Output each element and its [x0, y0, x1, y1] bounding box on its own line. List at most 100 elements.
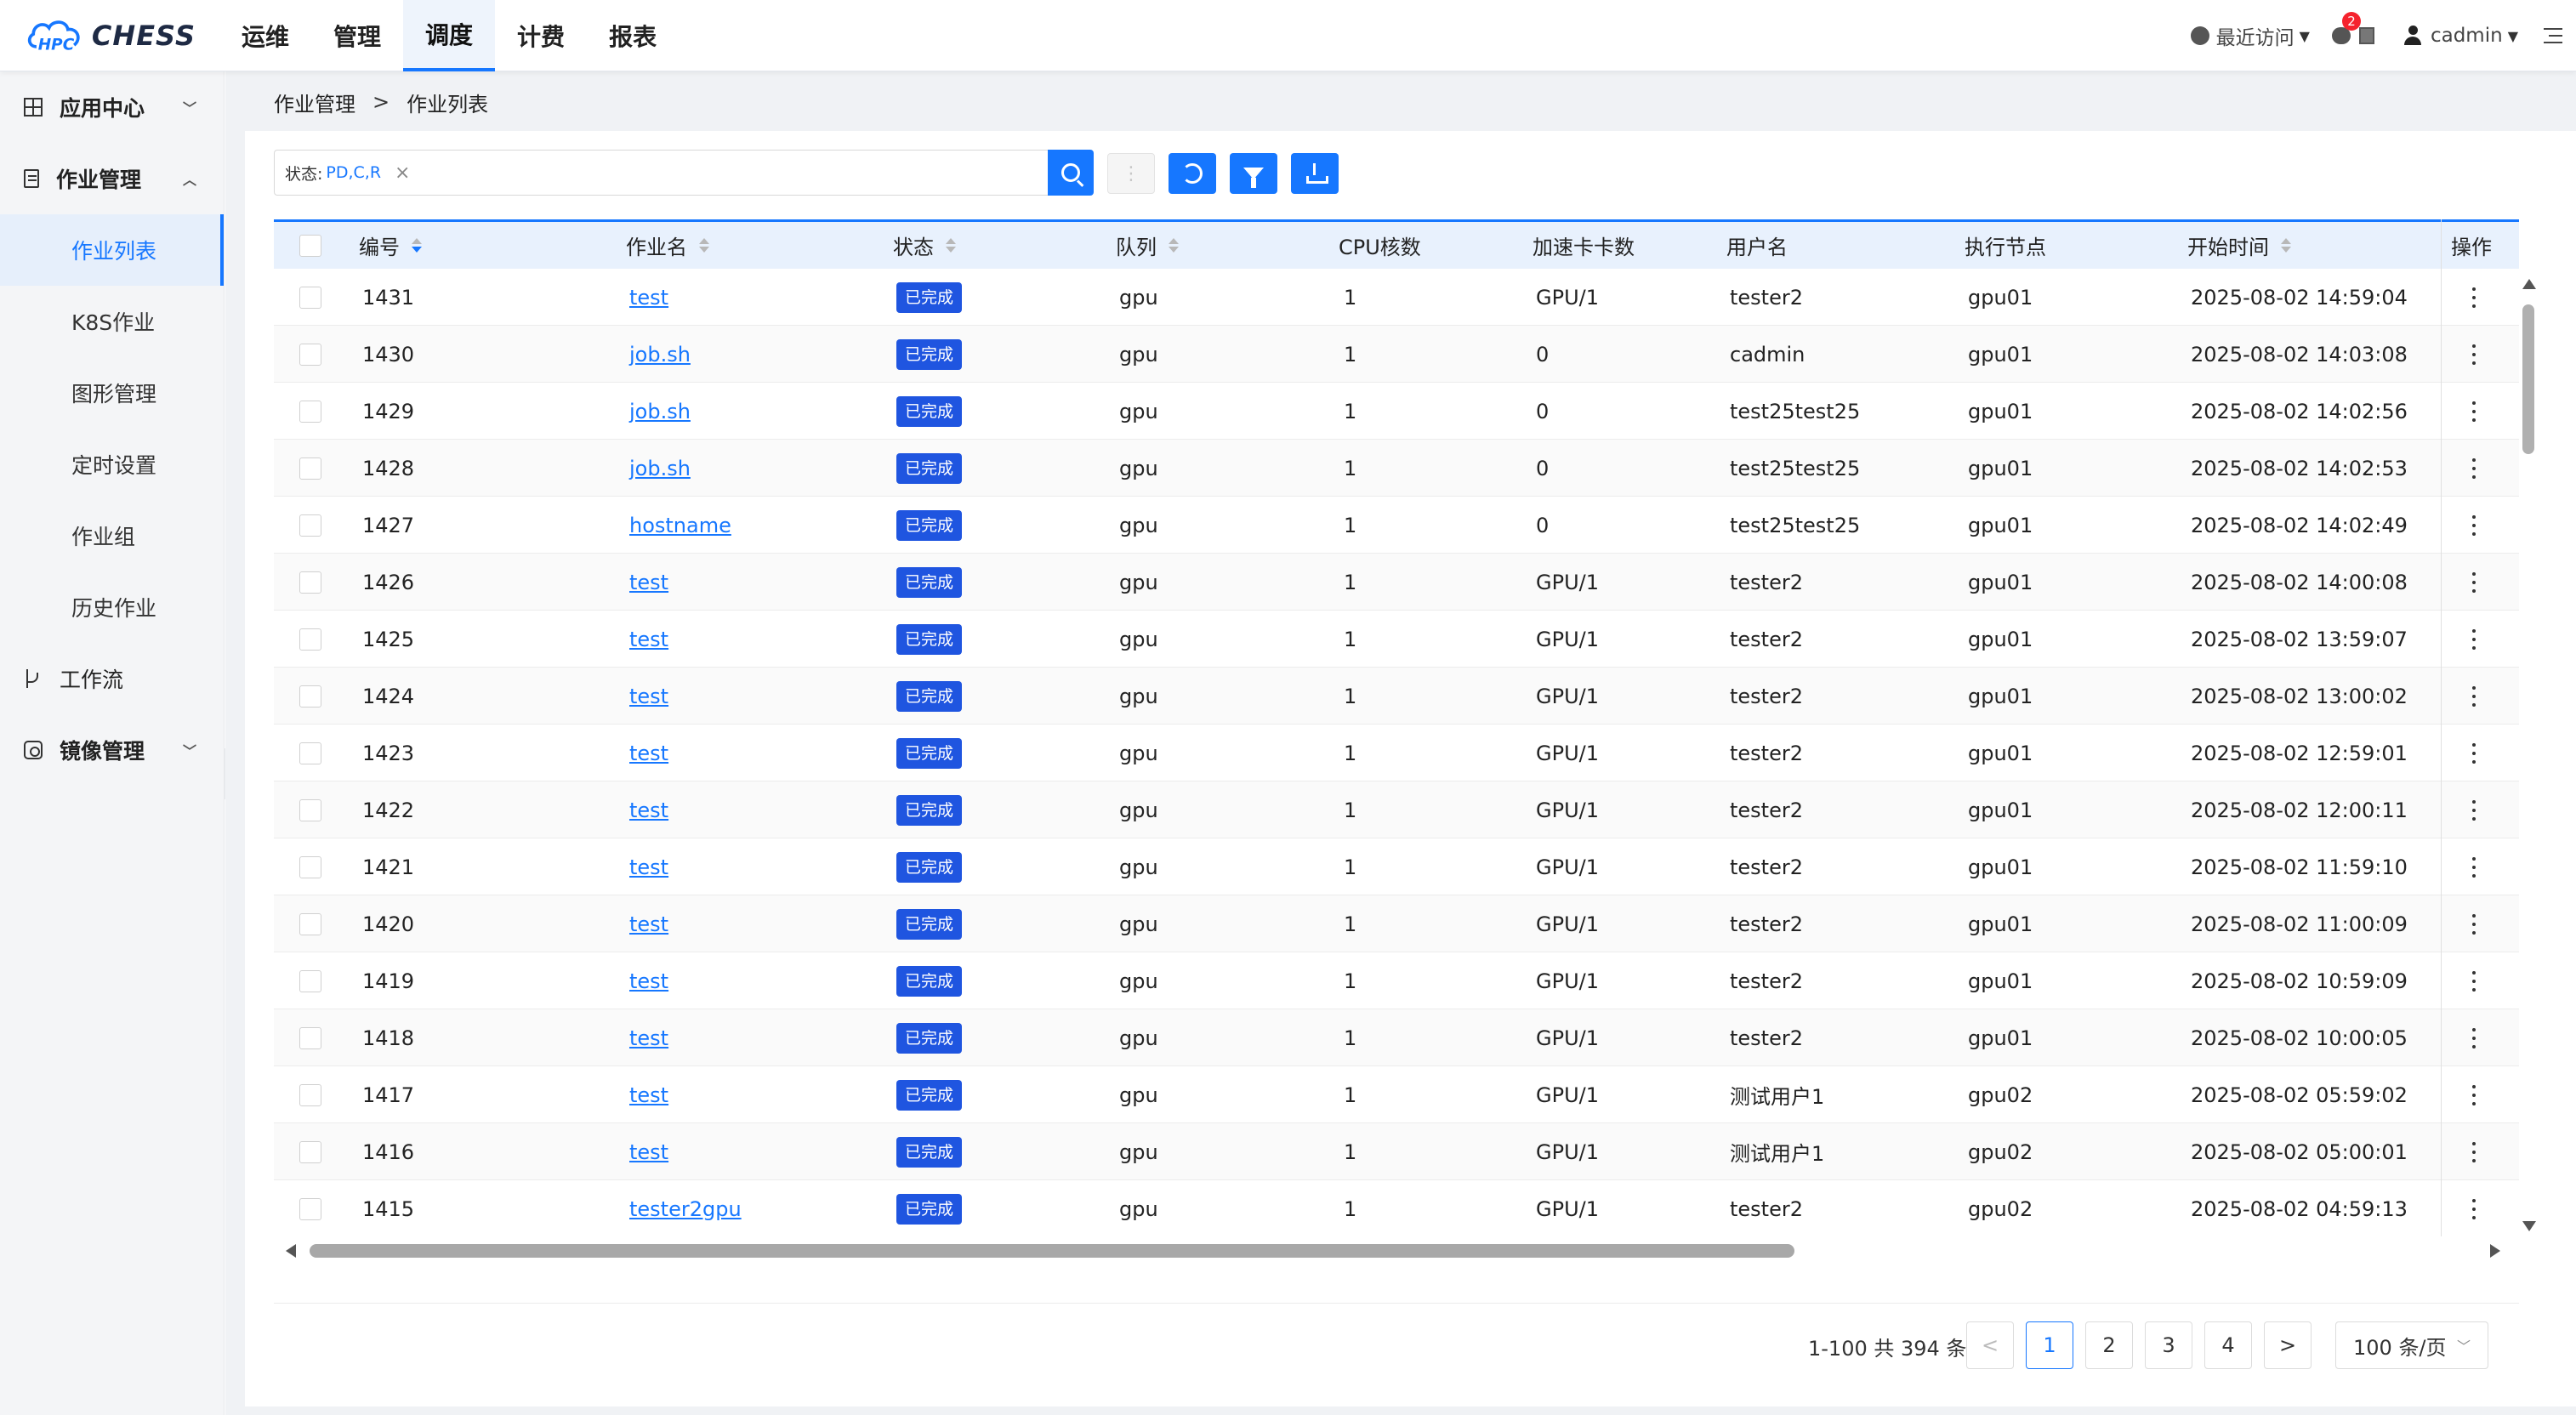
sidebar-sub-graphics[interactable]: 图形管理 — [0, 357, 224, 429]
sidebar-sub-job-list[interactable]: 作业列表 — [0, 214, 224, 286]
job-name-link[interactable]: job.sh — [629, 343, 691, 367]
table-row[interactable]: 1419 test 已完成 gpu 1 GPU/1 tester2 gpu01 2025-08-… — [274, 952, 2519, 1009]
row-checkbox[interactable] — [299, 1197, 321, 1220]
page-4-button[interactable]: 4 — [2204, 1321, 2252, 1369]
horizontal-scrollbar[interactable] — [281, 1238, 2509, 1264]
topnav-reports[interactable]: 报表 — [587, 0, 679, 71]
row-checkbox[interactable] — [299, 855, 321, 878]
table-row[interactable]: 1426 test 已完成 gpu 1 GPU/1 tester2 gpu01 2025-08-… — [274, 554, 2519, 611]
row-checkbox[interactable] — [299, 571, 321, 594]
scroll-down-icon[interactable] — [2522, 1221, 2536, 1231]
sidebar-sub-schedule-settings[interactable]: 定时设置 — [0, 429, 224, 500]
more-vertical-icon[interactable] — [2471, 799, 2476, 821]
recent-visits-dropdown[interactable]: 最近访问 ▼ — [2190, 21, 2310, 50]
table-row[interactable]: 1422 test 已完成 gpu 1 GPU/1 tester2 gpu01 2025-08-… — [274, 781, 2519, 838]
sidebar-sub-job-groups[interactable]: 作业组 — [0, 500, 224, 571]
row-checkbox[interactable] — [299, 742, 321, 764]
page-2-button[interactable]: 2 — [2085, 1321, 2133, 1369]
more-vertical-icon[interactable] — [2471, 856, 2476, 878]
more-vertical-icon[interactable] — [2471, 685, 2476, 707]
table-row[interactable]: 1416 test 已完成 gpu 1 GPU/1 测试用户1 gpu02 2025-08-02… — [274, 1123, 2519, 1180]
more-vertical-icon[interactable] — [2471, 742, 2476, 764]
table-row[interactable]: 1423 test 已完成 gpu 1 GPU/1 tester2 gpu01 2025-08-… — [274, 725, 2519, 781]
job-name-link[interactable]: test — [629, 1140, 668, 1164]
sort-icon[interactable] — [2281, 238, 2291, 253]
more-vertical-icon[interactable] — [2471, 970, 2476, 992]
row-checkbox[interactable] — [299, 400, 321, 423]
job-name-link[interactable]: test — [629, 628, 668, 651]
job-name-link[interactable]: job.sh — [629, 400, 691, 423]
table-row[interactable]: 1424 test 已完成 gpu 1 GPU/1 tester2 gpu01 2025-08-… — [274, 668, 2519, 725]
page-3-button[interactable]: 3 — [2145, 1321, 2192, 1369]
job-name-link[interactable]: test — [629, 571, 668, 594]
sort-icon[interactable] — [412, 238, 422, 253]
page-size-select[interactable]: 100 条/页 ﹀ — [2335, 1321, 2488, 1369]
table-row[interactable]: 1415 tester2gpu 已完成 gpu 1 GPU/1 tester2 gpu02 20… — [274, 1180, 2519, 1236]
sort-icon[interactable] — [699, 238, 709, 253]
topnav-billing[interactable]: 计费 — [495, 0, 587, 71]
download-button[interactable] — [1291, 153, 1339, 194]
more-vertical-icon[interactable] — [2471, 344, 2476, 365]
scroll-up-icon[interactable] — [2522, 279, 2536, 289]
row-checkbox[interactable] — [299, 1026, 321, 1049]
scroll-thumb[interactable] — [2522, 304, 2534, 454]
job-name-link[interactable]: test — [629, 286, 668, 310]
vertical-scrollbar[interactable] — [2519, 270, 2538, 1231]
more-vertical-icon[interactable] — [2471, 1084, 2476, 1105]
job-name-link[interactable]: test — [629, 742, 668, 765]
more-vertical-icon[interactable] — [2471, 1027, 2476, 1048]
table-row[interactable]: 1421 test 已完成 gpu 1 GPU/1 tester2 gpu01 2025-08-… — [274, 838, 2519, 895]
job-name-link[interactable]: job.sh — [629, 457, 691, 480]
row-checkbox[interactable] — [299, 1140, 321, 1163]
table-row[interactable]: 1418 test 已完成 gpu 1 GPU/1 tester2 gpu01 2025-08-… — [274, 1009, 2519, 1066]
sidebar-item-app-center[interactable]: 应用中心 ﹀ — [0, 71, 224, 143]
sidebar-item-workflow[interactable]: 工作流 — [0, 643, 224, 714]
job-name-link[interactable]: test — [629, 798, 668, 822]
job-name-link[interactable]: test — [629, 1083, 668, 1107]
select-all-checkbox[interactable] — [299, 234, 321, 257]
col-name[interactable]: 作业名 — [626, 222, 709, 269]
table-row[interactable]: 1420 test 已完成 gpu 1 GPU/1 tester2 gpu01 2025-08-… — [274, 895, 2519, 952]
logo[interactable]: HPC CHESS — [26, 12, 196, 60]
prev-page-button[interactable]: < — [1966, 1321, 2014, 1369]
table-row[interactable]: 1427 hostname 已完成 gpu 1 0 test25test25 gpu01 202… — [274, 497, 2519, 554]
table-row[interactable]: 1425 test 已完成 gpu 1 GPU/1 tester2 gpu01 2025-08-… — [274, 611, 2519, 668]
refresh-button[interactable] — [1169, 153, 1216, 194]
job-name-link[interactable]: tester2gpu — [629, 1197, 742, 1221]
row-checkbox[interactable] — [299, 457, 321, 480]
more-vertical-icon[interactable] — [2471, 514, 2476, 536]
table-row[interactable]: 1429 job.sh 已完成 gpu 1 0 test25test25 gpu01 2025-… — [274, 383, 2519, 440]
table-row[interactable]: 1428 job.sh 已完成 gpu 1 0 test25test25 gpu01 2025-… — [274, 440, 2519, 497]
more-vertical-icon[interactable] — [2471, 1141, 2476, 1162]
more-vertical-icon[interactable] — [2471, 628, 2476, 650]
close-icon[interactable]: × — [395, 162, 410, 184]
table-row[interactable]: 1431 test 已完成 gpu 1 GPU/1 tester2 gpu01 2025-08-… — [274, 269, 2519, 326]
job-name-link[interactable]: test — [629, 685, 668, 708]
row-checkbox[interactable] — [299, 286, 321, 309]
job-name-link[interactable]: test — [629, 1026, 668, 1050]
sidebar-item-job-mgmt[interactable]: 作业管理 ︿ — [0, 143, 224, 214]
sort-icon[interactable] — [946, 238, 956, 253]
row-checkbox[interactable] — [299, 628, 321, 651]
col-id[interactable]: 编号 — [359, 222, 422, 269]
search-button[interactable] — [1048, 150, 1094, 196]
row-checkbox[interactable] — [299, 1083, 321, 1106]
sidebar-sub-k8s-jobs[interactable]: K8S作业 — [0, 286, 224, 357]
more-actions-button[interactable]: ⋮ — [1107, 153, 1155, 194]
scroll-left-icon[interactable] — [286, 1244, 296, 1258]
table-row[interactable]: 1430 job.sh 已完成 gpu 1 0 cadmin gpu01 2025-08-02 … — [274, 326, 2519, 383]
topnav-ops[interactable]: 运维 — [219, 0, 311, 71]
filter-button[interactable] — [1230, 153, 1277, 194]
topnav-manage[interactable]: 管理 — [311, 0, 403, 71]
menu-fold-icon[interactable] — [2540, 26, 2562, 45]
row-checkbox[interactable] — [299, 912, 321, 935]
scroll-right-icon[interactable] — [2490, 1244, 2500, 1258]
more-vertical-icon[interactable] — [2471, 1198, 2476, 1219]
job-name-link[interactable]: test — [629, 855, 668, 879]
job-name-link[interactable]: hostname — [629, 514, 731, 537]
notifications[interactable]: 2 — [2331, 12, 2374, 44]
sidebar-sub-history-jobs[interactable]: 历史作业 — [0, 571, 224, 643]
row-checkbox[interactable] — [299, 969, 321, 992]
job-name-link[interactable]: test — [629, 912, 668, 936]
scroll-thumb[interactable] — [310, 1244, 1794, 1258]
